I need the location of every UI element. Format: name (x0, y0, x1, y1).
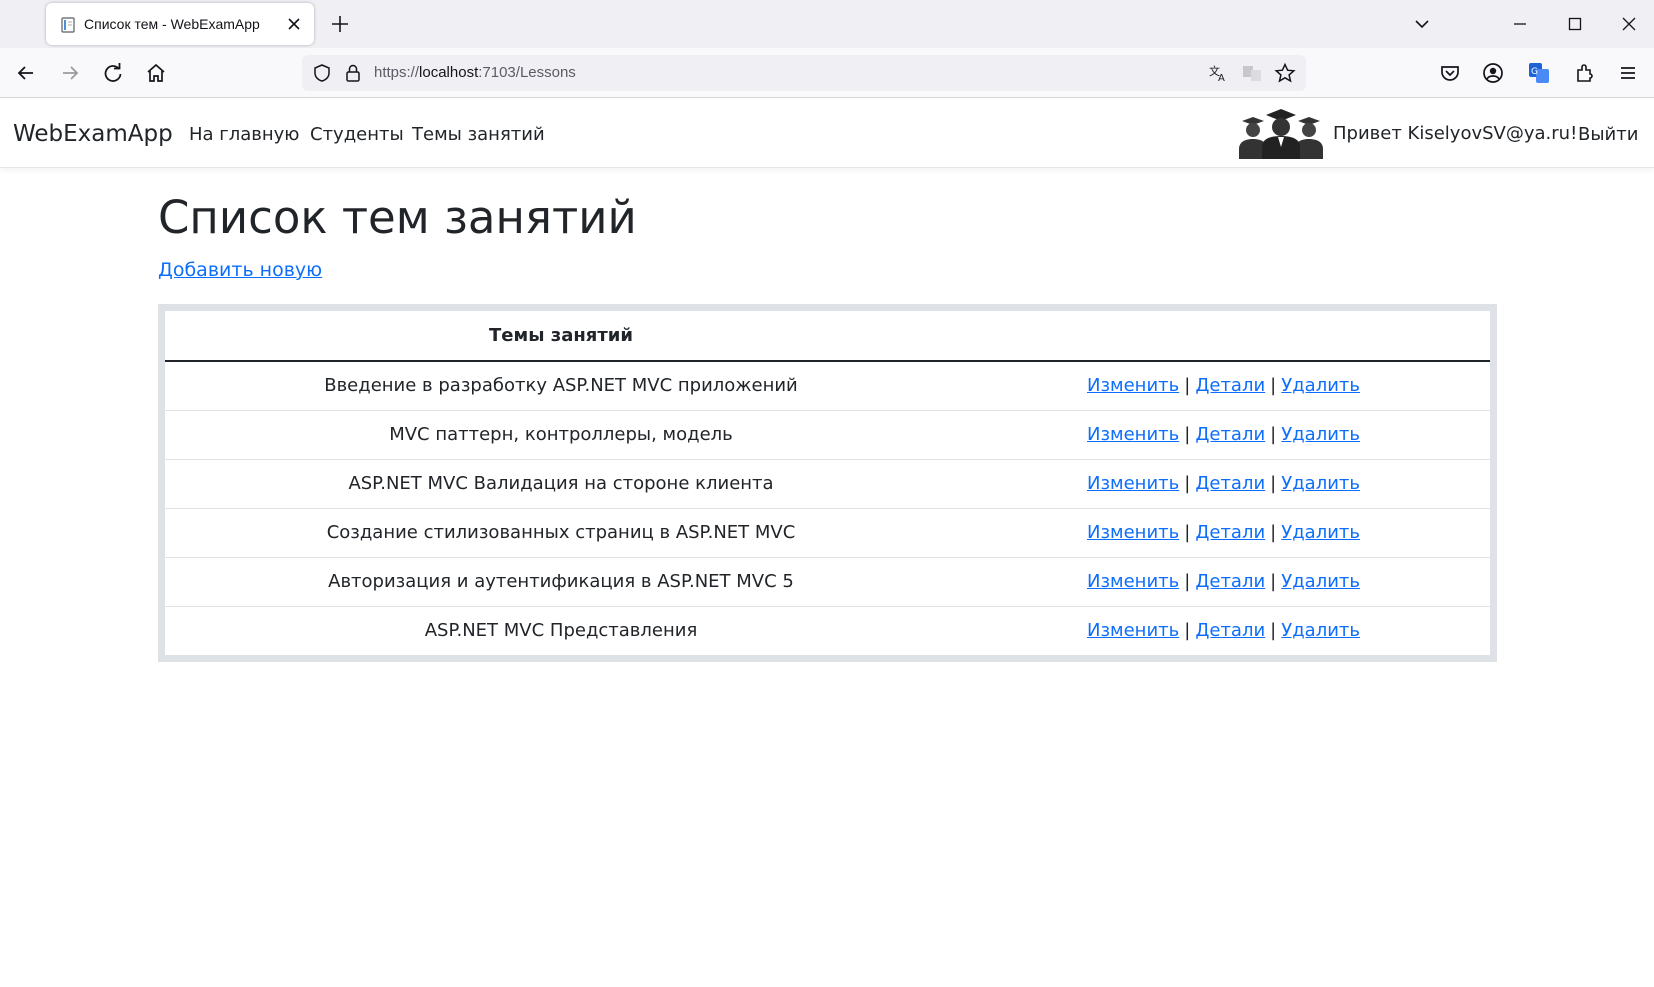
separator: | (1184, 620, 1191, 642)
separator: | (1184, 473, 1191, 494)
separator: | (1270, 522, 1277, 543)
edit-link[interactable]: Изменить (1087, 571, 1179, 592)
students-avatar-icon (1239, 109, 1323, 159)
new-tab-icon[interactable] (328, 12, 352, 36)
table-row: ASP.NET MVC Валидация на стороне клиента… (165, 459, 1490, 509)
separator: | (1184, 522, 1191, 543)
forward-icon[interactable] (57, 60, 83, 86)
separator: | (1184, 375, 1191, 397)
browser-toolbar: https://localhost:7103/Lessons 文 A G (0, 48, 1654, 98)
bookmark-star-icon[interactable] (1274, 62, 1296, 84)
pocket-icon[interactable] (1437, 60, 1463, 86)
separator: | (1270, 473, 1277, 494)
browser-tabstrip: Список тем - WebExamApp (0, 0, 1654, 48)
url-text[interactable]: https://localhost:7103/Lessons (374, 64, 576, 81)
shield-icon[interactable] (312, 63, 332, 83)
separator: | (1270, 620, 1277, 642)
details-link[interactable]: Детали (1195, 473, 1265, 494)
translate-icon[interactable]: 文 A (1208, 63, 1228, 83)
row-actions: Изменить | Детали | Удалить (957, 557, 1490, 607)
table-row: Авторизация и аутентификация в ASP.NET M… (165, 557, 1490, 607)
details-link[interactable]: Детали (1195, 620, 1265, 641)
delete-link[interactable]: Удалить (1281, 473, 1360, 494)
address-bar[interactable]: https://localhost:7103/Lessons 文 A (302, 55, 1306, 91)
maximize-icon[interactable] (1563, 12, 1587, 36)
user-greeting: Привет KiselyovSV@ya.ru! (1333, 123, 1578, 144)
delete-link[interactable]: Удалить (1281, 424, 1360, 445)
edit-link[interactable]: Изменить (1087, 375, 1179, 396)
close-window-icon[interactable] (1617, 12, 1641, 36)
table-row: ASP.NET MVC Представления Изменить | Детал… (165, 606, 1490, 655)
delete-link[interactable]: Удалить (1281, 375, 1360, 396)
separator: | (1184, 424, 1191, 445)
logout-link[interactable]: Выйти (1578, 124, 1638, 145)
list-all-tabs-icon[interactable] (1410, 12, 1434, 36)
close-tab-icon[interactable] (284, 14, 304, 34)
table-row: Введение в разработку ASP.NET MVC прилож… (165, 361, 1490, 411)
details-link[interactable]: Детали (1195, 571, 1265, 592)
separator: | (1184, 571, 1191, 592)
table-row: Создание стилизованных страниц в ASP.NET… (165, 508, 1490, 558)
edit-link[interactable]: Изменить (1087, 620, 1179, 641)
lesson-topic: MVC паттерн, контроллеры, модель (165, 410, 957, 460)
menu-icon[interactable] (1615, 60, 1641, 86)
extensions-icon[interactable] (1572, 60, 1598, 86)
separator: | (1270, 424, 1277, 445)
row-actions: Изменить | Детали | Удалить (957, 410, 1490, 460)
translate-page-icon[interactable] (1242, 63, 1262, 83)
lesson-topic: Авторизация и аутентификация в ASP.NET M… (165, 557, 957, 607)
nav-home-link[interactable]: На главную (189, 124, 299, 145)
row-actions: Изменить | Детали | Удалить (957, 459, 1490, 509)
brand-link[interactable]: WebExamApp (13, 121, 173, 147)
reload-icon[interactable] (100, 60, 126, 86)
row-actions: Изменить | Детали | Удалить (957, 606, 1490, 655)
minimize-icon[interactable] (1508, 12, 1532, 36)
svg-text:A: A (1218, 73, 1225, 83)
row-actions: Изменить | Детали | Удалить (957, 508, 1490, 558)
lessons-table: Темы занятий Введение в разработку ASP.N… (165, 311, 1490, 655)
row-actions: Изменить | Детали | Удалить (957, 361, 1490, 411)
table-row: MVC паттерн, контроллеры, модель Изменит… (165, 410, 1490, 460)
edit-link[interactable]: Изменить (1087, 522, 1179, 543)
delete-link[interactable]: Удалить (1281, 571, 1360, 592)
nav-students-link[interactable]: Студенты (310, 124, 404, 145)
page-title: Список тем занятий (158, 191, 637, 244)
lesson-topic: Создание стилизованных страниц в ASP.NET… (165, 508, 957, 558)
account-icon[interactable] (1480, 60, 1506, 86)
home-icon[interactable] (143, 60, 169, 86)
lock-icon[interactable] (344, 63, 362, 83)
header-actions (957, 311, 1490, 362)
nav-lessons-link[interactable]: Темы занятий (412, 124, 545, 145)
app-navbar: WebExamApp На главную Студенты Темы заня… (0, 99, 1654, 168)
edit-link[interactable]: Изменить (1087, 473, 1179, 494)
delete-link[interactable]: Удалить (1281, 620, 1360, 641)
back-icon[interactable] (13, 60, 39, 86)
table-header-row: Темы занятий (165, 311, 1490, 362)
lessons-table-container: Темы занятий Введение в разработку ASP.N… (158, 304, 1497, 662)
details-link[interactable]: Детали (1195, 424, 1265, 445)
delete-link[interactable]: Удалить (1281, 522, 1360, 543)
page-icon (61, 17, 75, 33)
separator: | (1270, 375, 1277, 397)
tab-title: Список тем - WebExamApp (84, 16, 260, 32)
lesson-topic: ASP.NET MVC Представления (424, 620, 698, 642)
svg-text:G: G (1531, 67, 1538, 77)
translator-extension-icon[interactable]: G (1526, 60, 1552, 86)
lesson-topic: ASP.NET MVC Валидация на стороне клиента (165, 459, 957, 509)
separator: | (1270, 571, 1277, 592)
details-link[interactable]: Детали (1195, 375, 1265, 396)
lesson-topic: Введение в разработку ASP.NET MVC прилож… (165, 361, 957, 411)
edit-link[interactable]: Изменить (1087, 424, 1179, 445)
details-link[interactable]: Детали (1195, 522, 1265, 543)
browser-tab[interactable]: Список тем - WebExamApp (46, 3, 314, 45)
header-topics: Темы занятий (165, 311, 957, 362)
add-new-link[interactable]: Добавить новую (158, 259, 322, 281)
